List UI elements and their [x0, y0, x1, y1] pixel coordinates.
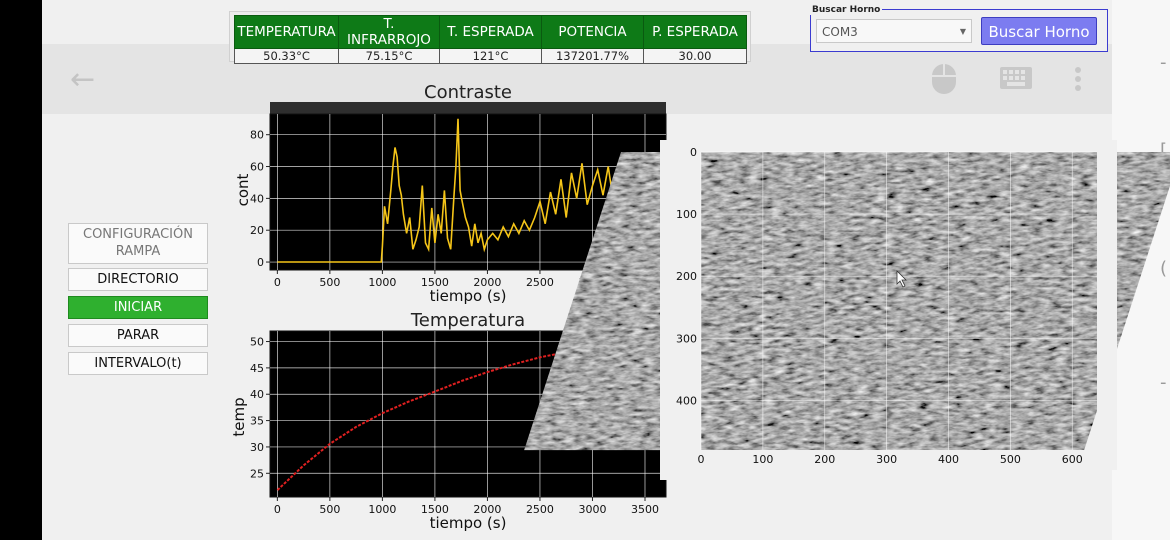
temperatura-ytick-label: 40: [250, 388, 264, 401]
temperatura-xtick-label: 2500: [526, 503, 554, 516]
value-potencia: 137201.77%: [541, 48, 644, 64]
temperatura-xtick-label: 1000: [368, 503, 396, 516]
directorio-button[interactable]: DIRECTORIO: [68, 268, 208, 291]
header-p-esperada: P. ESPERADA: [643, 15, 747, 49]
contraste-xtick-label: 1000: [368, 276, 396, 289]
temperatura-ytick-label: 30: [250, 441, 264, 454]
intervalo-button[interactable]: INTERVALO(t): [68, 352, 208, 375]
image-xtick-label: 100: [752, 453, 773, 466]
temperatura-ytick-label: 25: [250, 467, 264, 480]
camera-image-view: 0 100 200 300 400 500 600 0 100 200 300 400: [524, 140, 1170, 480]
temperatura-ytick-label: 50: [250, 336, 264, 349]
buscar-horno-group-title: Buscar Horno: [810, 5, 883, 15]
contraste-ytick-label: 40: [250, 192, 264, 205]
value-t-esperada: 121°C: [439, 48, 542, 64]
image-ytick-label: 400: [676, 394, 697, 407]
contraste-ytick-label: 80: [250, 129, 264, 142]
image-xtick-label: 300: [876, 453, 897, 466]
camera-texture: [524, 152, 1170, 450]
image-ytick-label: 100: [676, 208, 697, 221]
temperatura-ylabel: temp: [230, 397, 248, 436]
iniciar-button[interactable]: INICIAR: [68, 296, 208, 319]
header-temperatura: TEMPERATURA: [234, 15, 339, 49]
temperatura-title: Temperatura: [410, 310, 525, 331]
contraste-xtick-label: 0: [274, 276, 281, 289]
configuracion-rampa-line1: CONFIGURACIÓN: [83, 227, 193, 242]
temperatura-xlabel: tiempo (s): [430, 514, 507, 532]
image-ytick-label: 0: [690, 146, 697, 159]
image-xtick-label: 200: [814, 453, 835, 466]
more-vertical-icon[interactable]: [1074, 66, 1082, 92]
temperatura-ytick-label: 45: [250, 362, 264, 375]
contraste-xlabel: tiempo (s): [430, 287, 507, 305]
temperatura-xtick-label: 3000: [578, 503, 606, 516]
contraste-ytick-label: 0: [257, 256, 264, 269]
configuracion-rampa-line2: RAMPA: [115, 244, 161, 259]
contraste-ytick-label: 60: [250, 161, 264, 174]
header-t-infrarrojo: T. INFRARROJO: [338, 15, 440, 49]
contraste-title: Contraste: [424, 82, 512, 103]
image-xtick-label: 400: [938, 453, 959, 466]
header-potencia: POTENCIA: [541, 15, 644, 49]
temperatura-xtick-label: 3500: [631, 503, 659, 516]
value-p-esperada: 30.00: [643, 48, 747, 64]
temperatura-xtick-label: 0: [274, 503, 281, 516]
buscar-horno-button[interactable]: Buscar Horno: [981, 17, 1097, 45]
contraste-top-band: [270, 102, 666, 114]
left-black-bar: [0, 0, 42, 540]
status-table: TEMPERATURA T. INFRARROJO T. ESPERADA PO…: [234, 15, 747, 64]
edge-dash-icon: ‑: [1160, 52, 1167, 73]
keyboard-icon[interactable]: [1000, 67, 1032, 89]
contraste-xtick-label: 500: [319, 276, 340, 289]
image-ytick-label: 300: [676, 332, 697, 345]
parar-button[interactable]: PARAR: [68, 324, 208, 347]
header-t-esperada: T. ESPERADA: [439, 15, 542, 49]
image-xtick-label: 500: [1000, 453, 1021, 466]
mouse-icon[interactable]: [930, 62, 958, 96]
port-select[interactable]: COM3 ▼: [816, 19, 972, 43]
temperatura-xtick-label: 500: [319, 503, 340, 516]
contraste-ylabel: cont: [234, 173, 252, 206]
edge-circle-icon: (: [1160, 258, 1168, 279]
back-arrow-icon[interactable]: ←: [70, 62, 95, 97]
configuracion-rampa-button[interactable]: CONFIGURACIÓN RAMPA: [68, 223, 208, 264]
value-temperatura: 50.33°C: [234, 48, 339, 64]
edge-dash-icon: -: [1160, 372, 1167, 393]
image-xtick-label: 0: [698, 453, 705, 466]
contraste-xtick-label: 2500: [526, 276, 554, 289]
contraste-ytick-label: 20: [250, 224, 264, 237]
chevron-down-icon: ▼: [959, 27, 966, 36]
value-t-infrarrojo: 75.15°C: [338, 48, 440, 64]
port-select-value: COM3: [822, 25, 858, 39]
image-xtick-label: 600: [1062, 453, 1083, 466]
temperatura-ytick-label: 35: [250, 415, 264, 428]
image-ytick-label: 200: [676, 270, 697, 283]
